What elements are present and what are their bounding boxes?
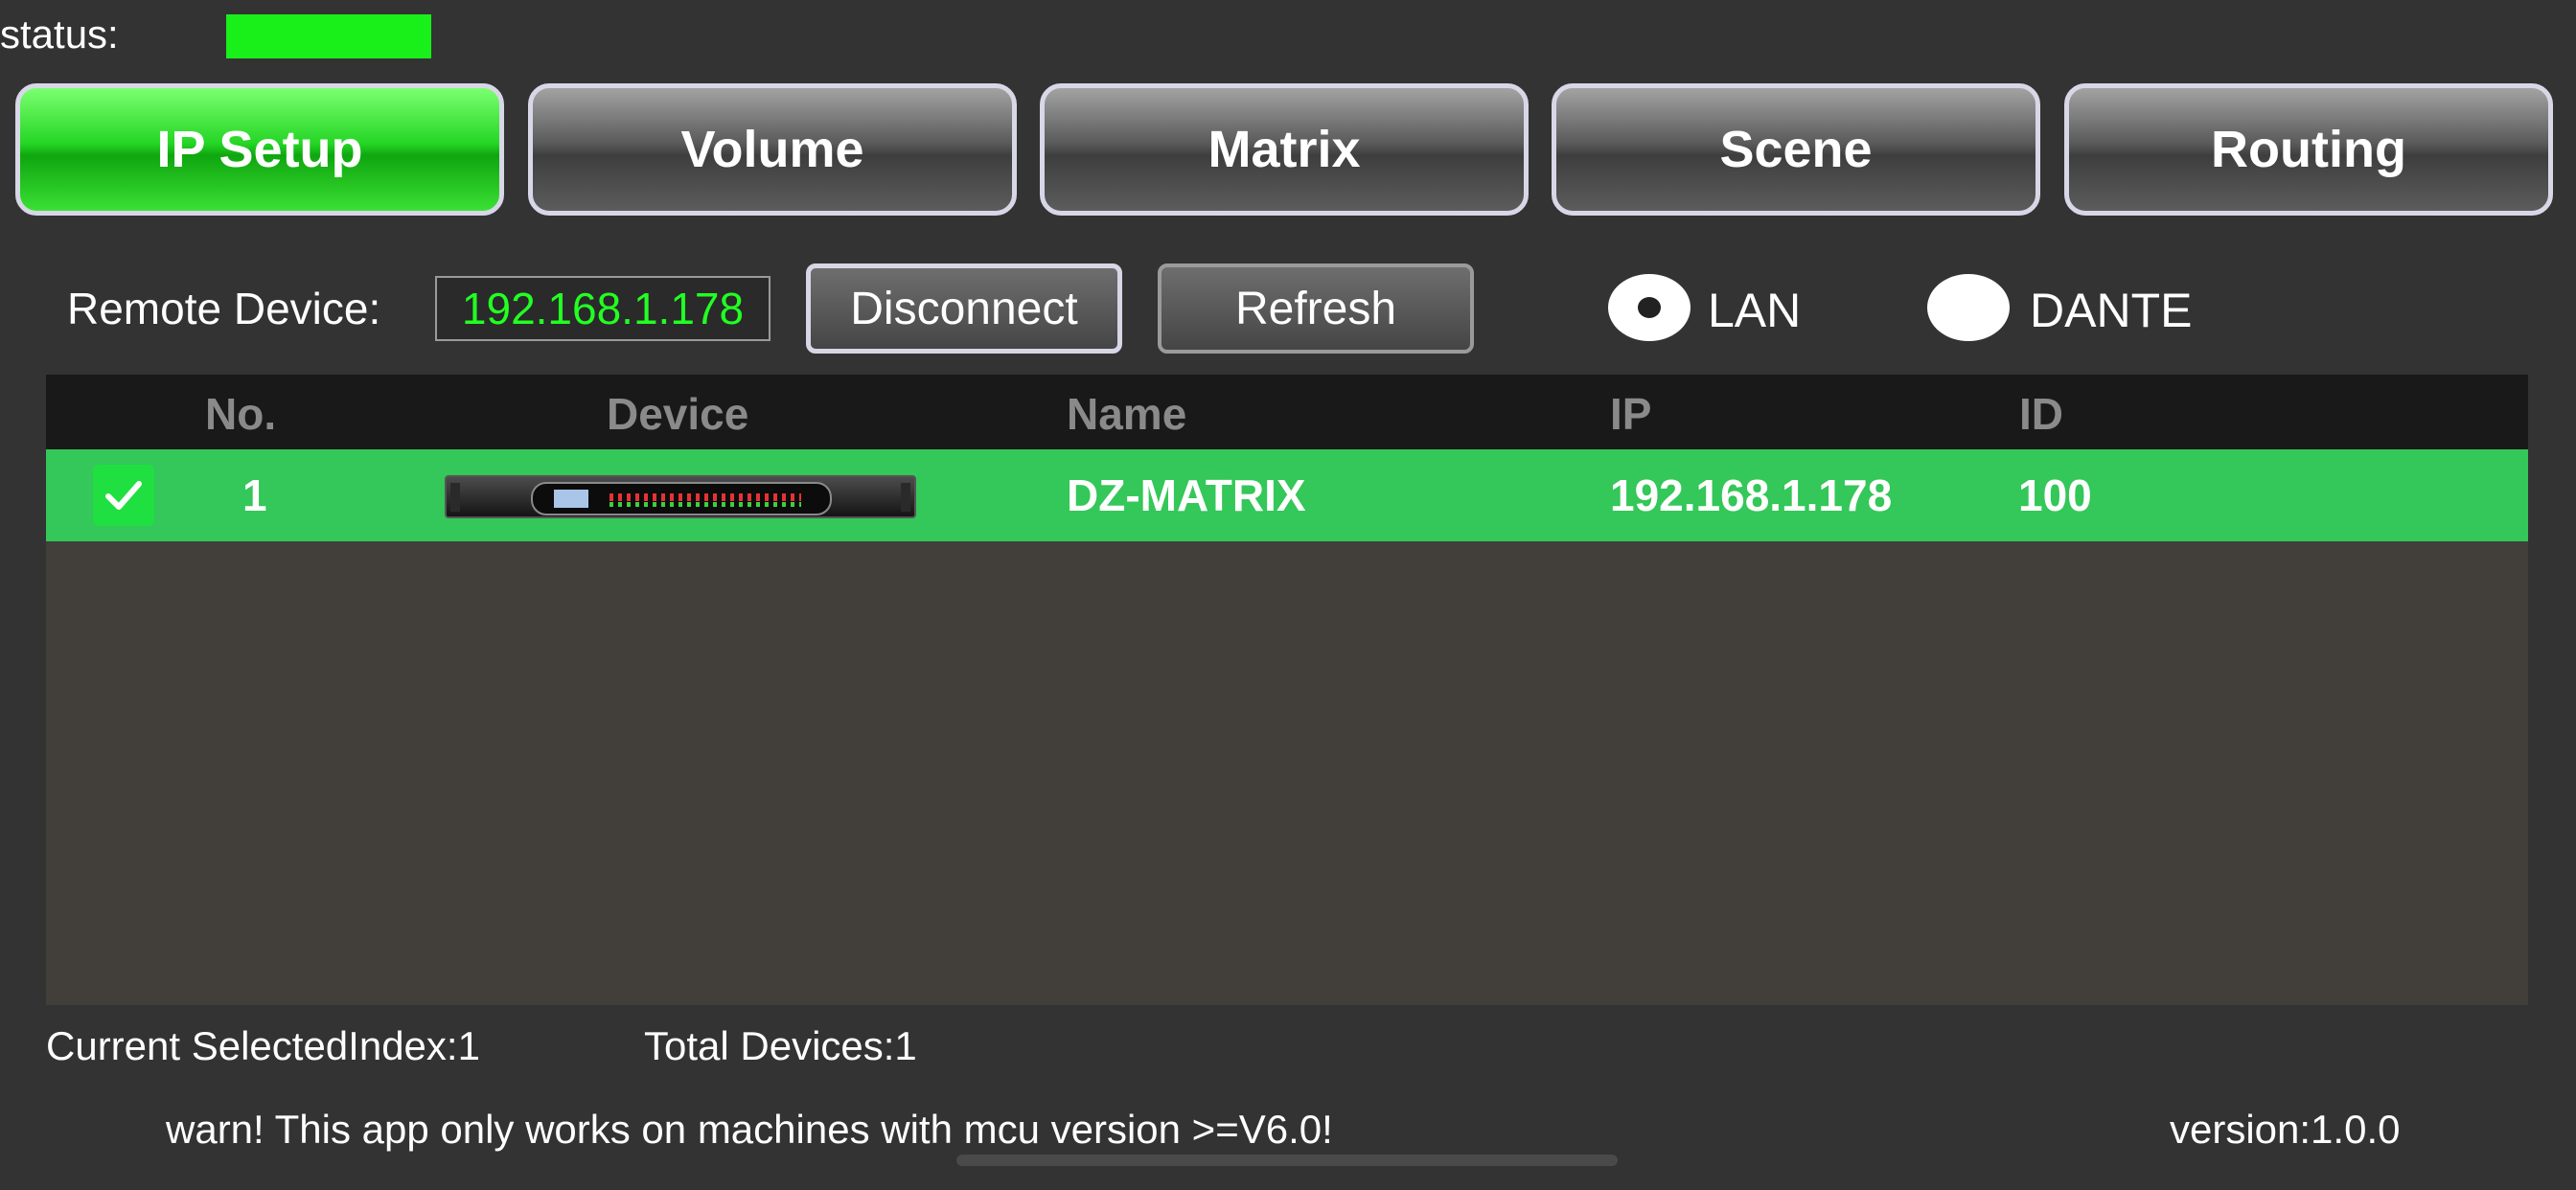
warning-text: warn! This app only works on machines wi… [166, 1107, 1333, 1152]
checkmark-icon [105, 481, 142, 510]
row-checkbox[interactable] [93, 465, 154, 526]
dante-radio[interactable] [1927, 274, 2010, 341]
tab-scene[interactable]: Scene [1552, 83, 2040, 216]
version-text: version:1.0.0 [2170, 1107, 2401, 1152]
tab-volume[interactable]: Volume [528, 83, 1017, 216]
rack-device-image [445, 475, 916, 518]
row-no: 1 [242, 470, 267, 520]
remote-ip-field[interactable]: 192.168.1.178 [435, 276, 770, 341]
lan-radio[interactable] [1608, 274, 1690, 341]
tab-ip-setup[interactable]: IP Setup [15, 83, 504, 216]
total-devices-text: Total Devices:1 [644, 1023, 917, 1068]
status-label: status: [0, 11, 119, 57]
row-ip: 192.168.1.178 [1610, 470, 1893, 520]
row-id: 100 [2018, 470, 2092, 520]
refresh-button[interactable]: Refresh [1158, 263, 1474, 354]
lan-radio-label: LAN [1708, 284, 1802, 337]
row-name: DZ-MATRIX [1067, 470, 1306, 520]
radio-selected-dot [1638, 297, 1661, 318]
selected-index-text: Current SelectedIndex:1 [46, 1023, 480, 1068]
tab-routing[interactable]: Routing [2064, 83, 2553, 216]
column-header-name: Name [1067, 389, 1187, 439]
column-header-no: No. [205, 389, 277, 439]
column-header-id: ID [2019, 389, 2063, 439]
disconnect-button[interactable]: Disconnect [806, 263, 1122, 354]
table-header [46, 375, 2528, 449]
home-indicator[interactable] [956, 1155, 1618, 1166]
remote-device-label: Remote Device: [67, 284, 381, 333]
column-header-ip: IP [1610, 389, 1652, 439]
column-header-device: Device [607, 389, 749, 439]
dante-radio-label: DANTE [2030, 284, 2193, 337]
status-indicator [226, 14, 431, 58]
tab-matrix[interactable]: Matrix [1040, 83, 1529, 216]
